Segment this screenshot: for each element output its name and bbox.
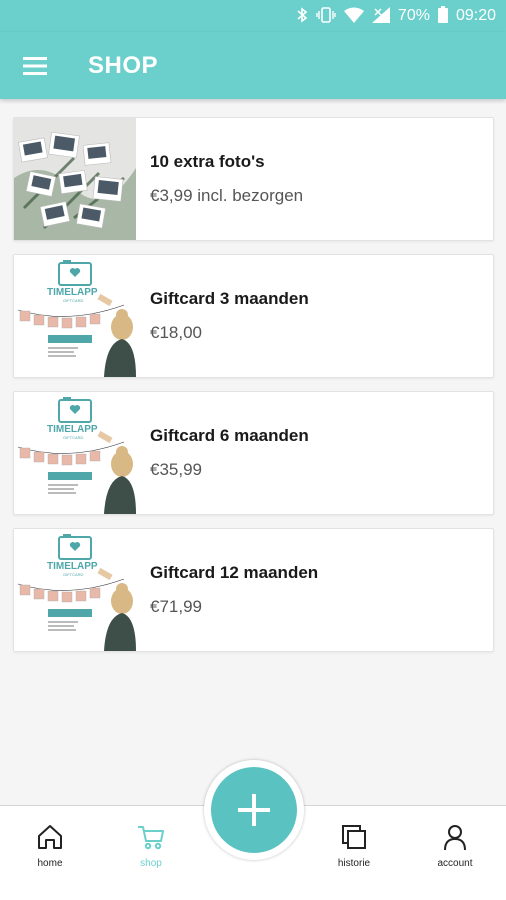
status-bar: 70% 09:20 xyxy=(0,0,506,32)
product-title: Giftcard 6 maanden xyxy=(150,426,309,445)
wifi-icon xyxy=(343,7,364,26)
bluetooth-icon xyxy=(296,6,308,26)
product-card-extra-photos[interactable]: 10 extra foto's €3,99 incl. bezorgen xyxy=(13,117,494,241)
menu-icon[interactable] xyxy=(0,32,70,99)
vibrate-icon xyxy=(316,6,336,26)
brand-subtext: GIFTCARD xyxy=(63,572,84,577)
nav-account[interactable]: account xyxy=(415,822,495,869)
battery-percentage: 70% xyxy=(397,7,430,24)
app-bar: SHOP xyxy=(0,32,506,99)
nav-home[interactable]: home xyxy=(10,822,90,869)
photos-thumbnail xyxy=(14,118,136,240)
giftcard-thumbnail: TIMELAPP GIFTCARD xyxy=(14,392,136,514)
product-price: €18,00 xyxy=(150,323,202,342)
product-title: 10 extra foto's xyxy=(150,152,265,171)
nav-history[interactable]: historie xyxy=(314,822,394,869)
brand-text: TIMELAPP xyxy=(47,424,98,435)
plus-icon xyxy=(238,794,270,826)
home-icon xyxy=(38,825,62,849)
product-title: Giftcard 12 maanden xyxy=(150,563,319,582)
brand-text: TIMELAPP xyxy=(47,287,98,298)
product-price: €3,99 incl. bezorgen xyxy=(150,186,304,205)
page-title: SHOP xyxy=(88,51,159,79)
cart-icon xyxy=(138,826,164,850)
product-price: €35,99 xyxy=(150,460,202,479)
product-title: Giftcard 3 maanden xyxy=(150,289,309,308)
product-card-giftcard-3[interactable]: TIMELAPP GIFTCARD Giftcard 3 maanden €18… xyxy=(13,254,494,378)
battery-icon xyxy=(437,6,448,26)
nav-account-label: account xyxy=(437,858,473,869)
clock: 09:20 xyxy=(455,7,496,24)
nav-home-label: home xyxy=(37,858,63,869)
brand-text: TIMELAPP xyxy=(47,561,98,572)
product-card-giftcard-12[interactable]: TIMELAPP GIFTCARD Giftcard 12 maanden €7… xyxy=(13,528,494,652)
nav-shop-label: shop xyxy=(140,858,162,869)
product-list: 10 extra foto's €3,99 incl. bezorgen TIM… xyxy=(13,117,494,665)
nav-shop[interactable]: shop xyxy=(111,822,191,869)
product-price: €71,99 xyxy=(150,597,202,616)
signal-icon xyxy=(371,6,390,26)
giftcard-thumbnail: TIMELAPP GIFTCARD xyxy=(14,255,136,377)
brand-subtext: GIFTCARD xyxy=(63,435,84,440)
brand-subtext: GIFTCARD xyxy=(63,298,84,303)
account-icon xyxy=(444,825,466,851)
giftcard-thumbnail: TIMELAPP GIFTCARD xyxy=(14,529,136,651)
history-icon xyxy=(342,825,366,849)
product-card-giftcard-6[interactable]: TIMELAPP GIFTCARD Giftcard 6 maanden €35… xyxy=(13,391,494,515)
nav-history-label: historie xyxy=(337,858,371,869)
add-button[interactable] xyxy=(211,767,297,853)
